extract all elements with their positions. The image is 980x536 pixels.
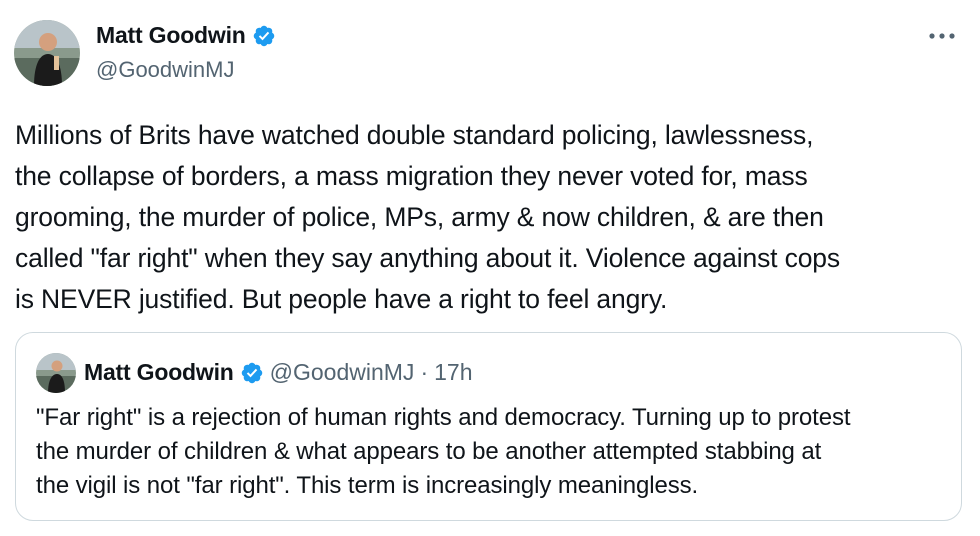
quoted-author-display-name[interactable]: Matt Goodwin: [84, 359, 234, 386]
more-options-button[interactable]: [924, 22, 960, 50]
quoted-author-avatar[interactable]: [36, 353, 76, 393]
tweet-text: Millions of Brits have watched double st…: [15, 120, 840, 314]
quoted-tweet-card[interactable]: Matt Goodwin @GoodwinMJ · 17h "Far right…: [15, 332, 962, 521]
quoted-tweet-text: "Far right" is a rejection of human righ…: [36, 404, 851, 499]
verified-badge-icon: [240, 361, 264, 385]
quoted-author-handle[interactable]: @GoodwinMJ: [270, 359, 415, 386]
quoted-tweet-timestamp[interactable]: 17h: [434, 359, 472, 386]
author-avatar[interactable]: [14, 20, 80, 86]
author-display-name[interactable]: Matt Goodwin: [96, 22, 246, 49]
quoted-tweet-header: Matt Goodwin @GoodwinMJ · 17h: [84, 359, 472, 386]
tweet: Matt Goodwin @GoodwinMJ Millions of Brit…: [0, 0, 980, 536]
more-horizontal-icon: [928, 27, 956, 45]
separator-dot: ·: [420, 359, 429, 385]
verified-badge-icon: [252, 24, 276, 48]
author-name-row: Matt Goodwin: [96, 22, 276, 49]
author-handle[interactable]: @GoodwinMJ: [96, 57, 235, 83]
